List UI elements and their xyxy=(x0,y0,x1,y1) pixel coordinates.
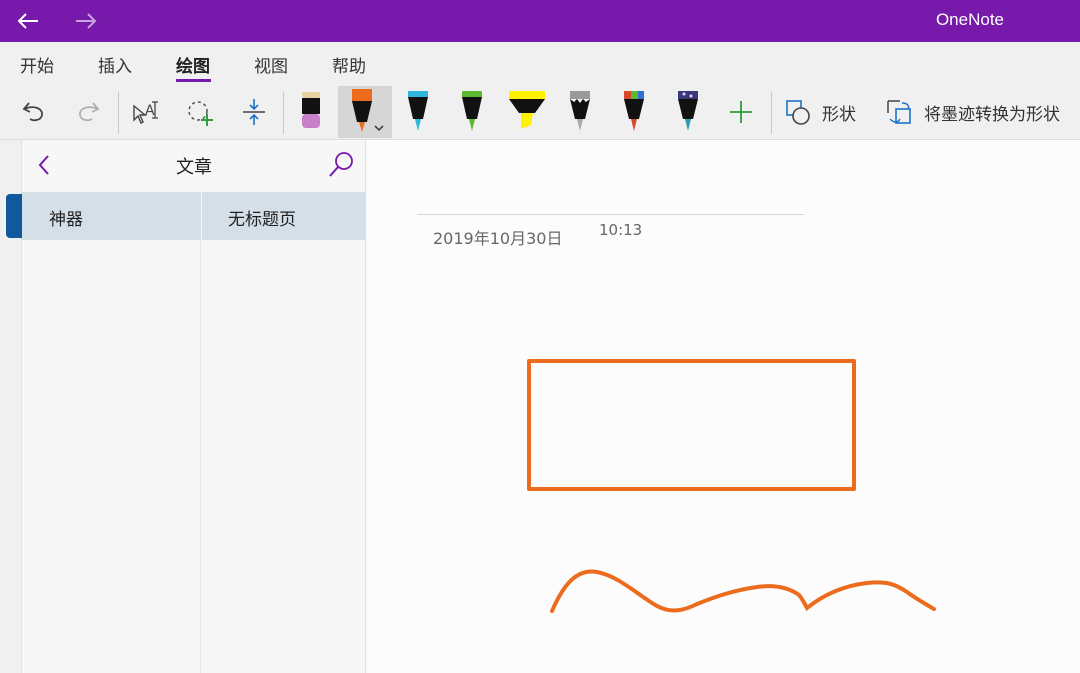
ink-layer xyxy=(527,359,936,613)
pen-multicolor-tool[interactable] xyxy=(616,86,652,138)
tab-view[interactable]: 视图 xyxy=(254,52,288,82)
add-pen-button[interactable] xyxy=(724,86,758,138)
ink-to-shape-icon xyxy=(887,100,911,124)
ink-wave-stroke[interactable] xyxy=(550,569,936,613)
pen-orange-icon xyxy=(352,89,384,132)
redo-button[interactable] xyxy=(70,86,106,138)
select-text-tool[interactable]: A xyxy=(128,86,162,138)
tab-draw[interactable]: 绘图 xyxy=(176,52,210,82)
ink-rectangle[interactable] xyxy=(527,359,856,491)
shapes-button[interactable]: 形状 xyxy=(784,86,856,138)
plus-icon xyxy=(730,101,752,123)
eraser-icon xyxy=(302,92,320,128)
shapes-icon xyxy=(786,100,810,125)
forward-button[interactable] xyxy=(66,4,106,38)
page-item[interactable]: 无标题页 xyxy=(202,192,366,240)
ink-to-shape-label: 将墨迹转换为形状 xyxy=(924,104,1060,125)
pen-green-icon xyxy=(462,91,482,131)
separator xyxy=(283,92,284,134)
notebook-color-tab[interactable] xyxy=(6,194,22,238)
section-list: 神器 xyxy=(22,192,201,673)
page-canvas[interactable]: 2019年10月30日 10:13 xyxy=(367,140,1080,673)
shapes-label: 形状 xyxy=(822,104,856,125)
lasso-select-tool[interactable] xyxy=(182,86,218,138)
pen-multicolor-icon xyxy=(624,91,644,131)
pen-gray-glitter-icon xyxy=(570,91,590,131)
ink-to-shape-button[interactable]: 将墨迹转换为形状 xyxy=(884,86,1060,138)
pen-cyan-tool[interactable] xyxy=(400,86,436,138)
select-text-icon: A xyxy=(133,101,158,124)
pen-galaxy-tool[interactable] xyxy=(670,86,706,138)
eraser-tool[interactable] xyxy=(293,86,329,138)
arrow-right-icon xyxy=(76,13,97,29)
undo-icon xyxy=(22,102,43,122)
ribbon: 开始 插入 绘图 视图 帮助 A 形状 将墨迹转换为形状 xyxy=(0,42,1080,140)
svg-text:A: A xyxy=(145,103,155,119)
separator xyxy=(118,92,119,134)
pen-cyan-icon xyxy=(408,91,428,131)
title-bar: OneNote xyxy=(0,0,1080,42)
highlighter-yellow-tool[interactable] xyxy=(505,86,549,138)
pen-galaxy-icon xyxy=(678,91,698,131)
arrow-left-icon xyxy=(17,13,38,29)
search-icon xyxy=(329,152,353,177)
notebook-title: 文章 xyxy=(176,157,212,178)
tab-insert[interactable]: 插入 xyxy=(98,52,132,82)
separator xyxy=(771,92,772,134)
back-button[interactable] xyxy=(8,4,48,38)
highlighter-yellow-icon xyxy=(509,91,545,129)
page-list: 无标题页 xyxy=(202,192,366,673)
navigation-pane: 文章 神器 无标题页 xyxy=(22,140,366,673)
section-item[interactable]: 神器 xyxy=(22,192,201,240)
add-space-tool[interactable] xyxy=(236,86,272,138)
search-button[interactable] xyxy=(326,150,356,180)
app-title: OneNote xyxy=(935,10,1004,29)
active-tab-indicator xyxy=(176,79,211,82)
navigation-header: 文章 xyxy=(22,140,366,190)
add-space-icon xyxy=(243,99,265,125)
pen-gray-glitter-tool[interactable] xyxy=(562,86,598,138)
pen-green-tool[interactable] xyxy=(454,86,490,138)
tab-home[interactable]: 开始 xyxy=(20,52,54,82)
redo-icon xyxy=(79,102,100,122)
pen-orange-tool[interactable] xyxy=(338,86,392,138)
undo-button[interactable] xyxy=(16,86,52,138)
tab-help[interactable]: 帮助 xyxy=(332,52,366,82)
lasso-select-icon xyxy=(188,101,213,126)
